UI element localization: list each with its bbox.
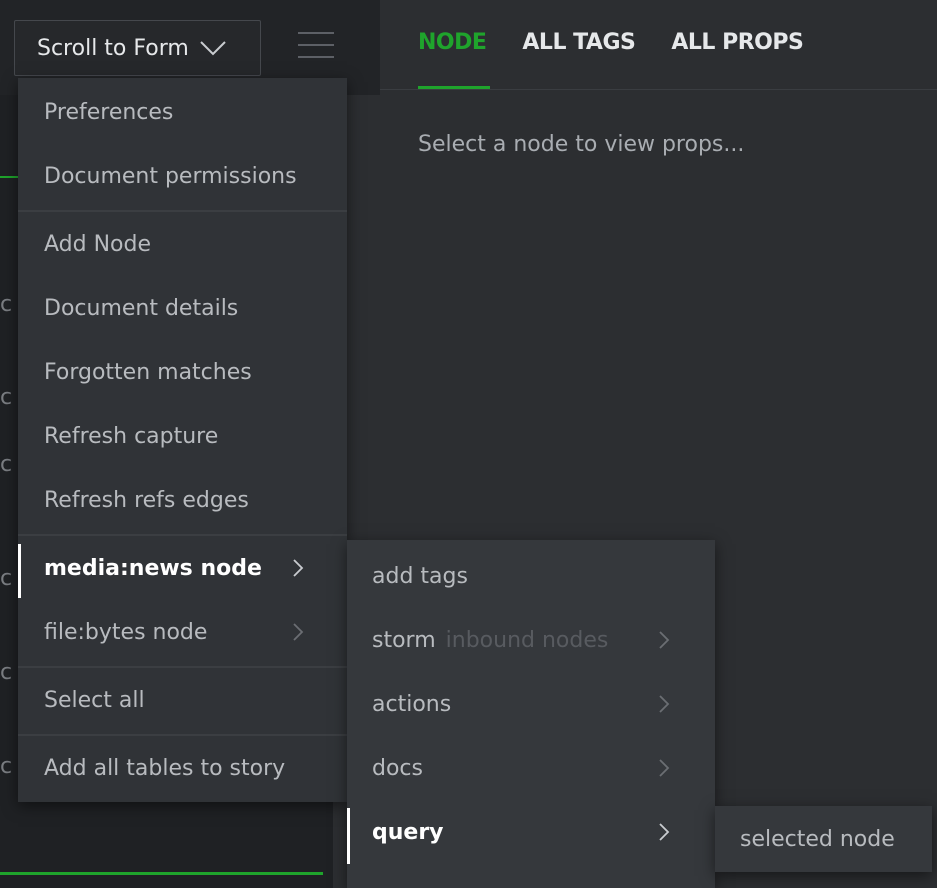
left-panel-accent <box>0 176 18 178</box>
chevron-right-icon <box>293 623 304 641</box>
node-submenu: add tags storm inbound nodes actions doc… <box>347 540 715 888</box>
submenu-item-label: docs <box>372 755 423 781</box>
left-panel-text-fragment: c <box>0 754 13 779</box>
menu-item-add-all-tables-to-story[interactable]: Add all tables to story <box>18 736 347 800</box>
tab-divider <box>380 89 937 90</box>
submenu-item-docs[interactable]: docs <box>347 736 715 800</box>
menu-item-refresh-capture[interactable]: Refresh capture <box>18 404 347 468</box>
props-empty-message: Select a node to view props... <box>418 132 745 157</box>
left-panel-text-fragment: c <box>0 385 13 410</box>
menu-item-add-node[interactable]: Add Node <box>18 212 347 276</box>
scroll-to-form-button[interactable]: Scroll to Form <box>14 20 261 76</box>
left-panel-text-fragment: c <box>0 566 13 591</box>
submenu-item-label: query <box>372 819 444 845</box>
submenu-item-actions[interactable]: actions <box>347 672 715 736</box>
menu-item-refresh-refs-edges[interactable]: Refresh refs edges <box>18 468 347 532</box>
menu-item-forgotten-matches[interactable]: Forgotten matches <box>18 340 347 404</box>
chevron-right-icon <box>293 559 304 577</box>
submenu-item-hint: inbound nodes <box>445 627 609 653</box>
submenu-item-storm[interactable]: storm inbound nodes <box>347 608 715 672</box>
menu-item-select-all[interactable]: Select all <box>18 668 347 732</box>
chevron-right-icon <box>659 631 670 649</box>
chevron-right-icon <box>659 759 670 777</box>
props-tabs: NODE ALL TAGS ALL PROPS <box>418 30 804 55</box>
context-menu: Preferences Document permissions Add Nod… <box>18 78 347 802</box>
submenu-item-label: actions <box>372 691 452 717</box>
chevron-right-icon <box>659 823 670 841</box>
menu-item-label: media:news node <box>44 555 262 581</box>
left-panel-bottom-accent <box>0 872 323 875</box>
chevron-down-icon <box>200 41 226 56</box>
query-submenu: selected node <box>715 806 932 872</box>
menu-item-label: file:bytes node <box>44 619 208 645</box>
submenu-item-add-tags[interactable]: add tags <box>347 544 715 608</box>
left-panel-text-fragment: c <box>0 452 13 477</box>
active-tab-indicator <box>418 86 490 89</box>
left-panel-text-fragment: c <box>0 660 13 685</box>
scroll-to-form-label: Scroll to Form <box>37 35 189 61</box>
tab-node[interactable]: NODE <box>418 30 487 55</box>
tab-all-props[interactable]: ALL PROPS <box>671 30 803 55</box>
menu-item-preferences[interactable]: Preferences <box>18 80 347 144</box>
left-panel-text-fragment: c <box>0 292 13 317</box>
hamburger-icon[interactable] <box>298 32 334 60</box>
menu-item-media-news-node[interactable]: media:news node <box>18 536 347 600</box>
menu-item-file-bytes-node[interactable]: file:bytes node <box>18 600 347 664</box>
submenu-item-label: storm <box>372 627 436 653</box>
menu-item-document-details[interactable]: Document details <box>18 276 347 340</box>
chevron-right-icon <box>659 695 670 713</box>
tab-all-tags[interactable]: ALL TAGS <box>522 30 635 55</box>
submenu-item-selected-node[interactable]: selected node <box>740 827 895 852</box>
menu-item-document-permissions[interactable]: Document permissions <box>18 144 347 208</box>
submenu-item-query[interactable]: query <box>347 800 715 864</box>
